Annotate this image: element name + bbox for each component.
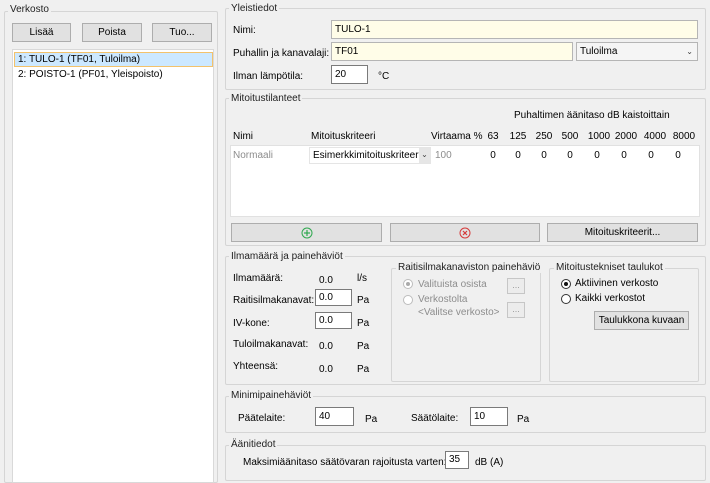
chevron-down-icon: ⌄ — [419, 148, 430, 163]
plus-circle-icon — [301, 227, 312, 239]
max-sound-unit: dB (A) — [475, 457, 504, 468]
level-63[interactable]: 0 — [484, 150, 502, 161]
level-4000[interactable]: 0 — [641, 150, 661, 161]
all-networks-label: Kaikki verkostot — [575, 293, 646, 304]
fan-label: Puhallin ja kanavalaji: — [233, 48, 330, 59]
airflow-group-title: Ilmamäärä ja painehäviöt — [229, 251, 345, 262]
airflow-label: Ilmamäärä: — [233, 273, 284, 284]
column-flow-header: Virtaama % — [431, 131, 483, 142]
all-networks-radio[interactable] — [561, 294, 571, 304]
name-field[interactable]: TULO-1 — [331, 20, 698, 39]
fresh-air-group-title: Raitisilmakanaviston painehäviö — [396, 262, 543, 273]
total-unit: Pa — [357, 364, 370, 375]
band-header-4000: 4000 — [643, 131, 667, 142]
fresh-air-ducts-field[interactable]: 0.0 — [315, 289, 352, 306]
supply-ducts-value: 0.0 — [319, 341, 333, 352]
add-row-button[interactable] — [231, 223, 382, 242]
band-header-250: 250 — [535, 131, 553, 142]
chevron-down-icon: ⌄ — [686, 47, 693, 56]
supply-ducts-unit: Pa — [357, 341, 370, 352]
band-header-8000: 8000 — [672, 131, 696, 142]
level-500[interactable]: 0 — [560, 150, 580, 161]
selected-parts-browse-button[interactable]: ... — [507, 278, 525, 294]
ahu-field[interactable]: 0.0 — [315, 312, 352, 329]
max-sound-label: Maksimiäänitaso säätövaran rajoitusta va… — [243, 457, 447, 468]
temp-field[interactable]: 20 — [331, 65, 368, 84]
terminal-unit: Pa — [365, 414, 378, 425]
tables-group-title: Mitoitustekniset taulukot — [554, 262, 665, 273]
sizing-group-title: Mitoitustilanteet — [229, 93, 303, 104]
list-item[interactable]: 1: TULO-1 (TF01, Tuloilma) — [14, 52, 213, 67]
duct-type-select[interactable]: Tuloilma ⌄ — [576, 42, 698, 61]
general-group-title: Yleistiedot — [229, 3, 280, 14]
add-network-button[interactable]: Lisää — [12, 23, 71, 42]
terminal-field[interactable]: 40 — [315, 407, 354, 426]
total-label: Yhteensä: — [233, 361, 279, 372]
from-network-radio[interactable] — [403, 295, 413, 305]
remove-circle-icon — [459, 227, 471, 239]
sound-group-title: Äänitiedot — [229, 439, 278, 450]
band-header-500: 500 — [561, 131, 579, 142]
criteria-button[interactable]: Mitoituskriteerit... — [547, 223, 698, 242]
active-network-radio[interactable] — [561, 279, 571, 289]
level-8000[interactable]: 0 — [668, 150, 688, 161]
total-value: 0.0 — [319, 364, 333, 375]
min-pressure-group-title: Minimipainehäviöt — [229, 390, 314, 401]
fresh-air-ducts-label: Raitisilmakanavat: — [233, 295, 315, 306]
list-item[interactable]: 2: POISTO-1 (PF01, Yleispoisto) — [14, 68, 213, 83]
criteria-value: Esimerkkimitoituskriteeri — [313, 150, 421, 161]
level-2000[interactable]: 0 — [614, 150, 634, 161]
network-select-placeholder[interactable]: <Valitse verkosto> — [418, 307, 500, 318]
damper-field[interactable]: 10 — [470, 407, 508, 426]
damper-unit: Pa — [517, 414, 530, 425]
max-sound-field[interactable]: 35 — [445, 451, 469, 469]
column-name-header: Nimi — [233, 131, 253, 142]
list-item-label: 1: TULO-1 (TF01, Tuloilma) — [18, 54, 141, 65]
band-header-63: 63 — [487, 131, 499, 142]
fan-field[interactable]: TF01 — [331, 42, 573, 61]
supply-ducts-label: Tuloilmakanavat: — [233, 339, 309, 350]
level-125[interactable]: 0 — [508, 150, 528, 161]
fresh-air-ducts-unit: Pa — [357, 295, 370, 306]
import-network-button[interactable]: Tuo... — [152, 23, 212, 42]
network-browse-button[interactable]: ... — [507, 302, 525, 318]
ahu-label: IV-kone: — [233, 318, 270, 329]
criteria-select[interactable]: Esimerkkimitoituskriteeri ⌄ — [309, 147, 431, 164]
selected-parts-radio[interactable] — [403, 279, 413, 289]
band-header-1000: 1000 — [587, 131, 611, 142]
selected-parts-label: Valituista osista — [418, 279, 487, 290]
row-name[interactable]: Normaali — [233, 150, 273, 161]
row-flow[interactable]: 100 — [435, 150, 452, 161]
from-network-label: Verkostolta — [418, 294, 468, 305]
list-item-label: 2: POISTO-1 (PF01, Yleispoisto) — [18, 69, 163, 80]
remove-row-button[interactable] — [390, 223, 540, 242]
active-network-label: Aktiivinen verkosto — [575, 278, 659, 289]
duct-type-value: Tuloilma — [580, 46, 618, 57]
level-1000[interactable]: 0 — [587, 150, 607, 161]
level-250[interactable]: 0 — [534, 150, 554, 161]
network-group-title: Verkosto — [8, 4, 51, 15]
show-as-table-button[interactable]: Taulukkona kuvaan — [594, 311, 689, 330]
network-list[interactable]: 1: TULO-1 (TF01, Tuloilma) 2: POISTO-1 (… — [12, 49, 214, 483]
band-header: Puhaltimen äänitaso dB kaistoittain — [514, 110, 670, 121]
remove-network-button[interactable]: Poista — [82, 23, 142, 42]
ahu-unit: Pa — [357, 318, 370, 329]
name-label: Nimi: — [233, 25, 256, 36]
temp-unit: °C — [378, 71, 390, 82]
band-header-125: 125 — [509, 131, 527, 142]
temp-label: Ilman lämpötila: — [233, 71, 304, 82]
airflow-unit: l/s — [357, 273, 367, 284]
airflow-value: 0.0 — [319, 275, 333, 286]
damper-label: Säätölaite: — [411, 413, 459, 424]
column-criteria-header: Mitoituskriteeri — [311, 131, 376, 142]
min-pressure-group — [225, 396, 706, 433]
band-header-2000: 2000 — [614, 131, 638, 142]
terminal-label: Päätelaite: — [238, 413, 286, 424]
